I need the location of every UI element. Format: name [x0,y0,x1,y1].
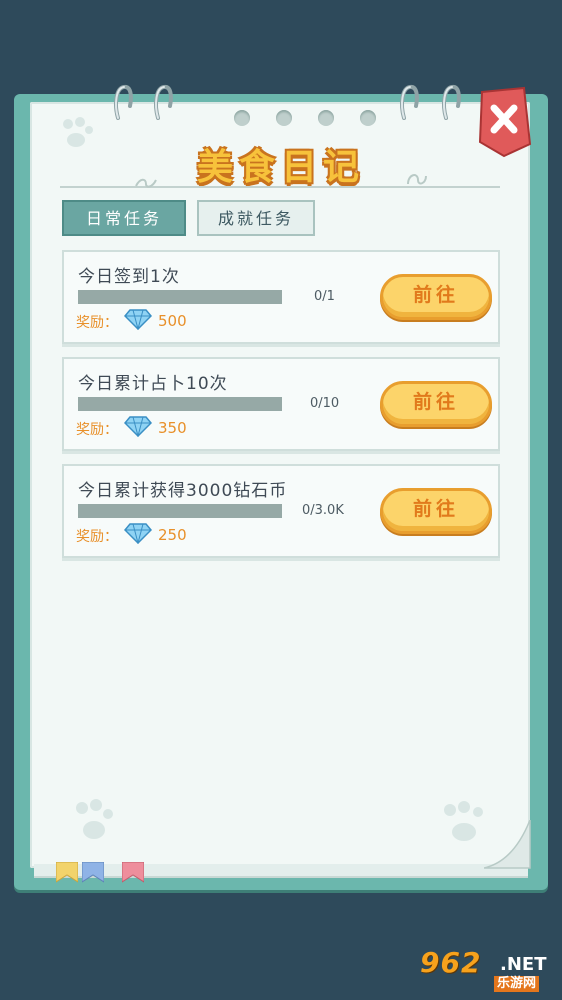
reward-amount: 350 [158,419,187,437]
reward-label: 奖励： [76,422,118,438]
bookmark-ribbon-icon [56,862,78,883]
reward-amount: 250 [158,526,187,544]
bookmark-ribbon-icon [122,862,144,883]
progress-text: 0/1 [314,289,335,304]
watermark-net-text: .NET [500,954,547,975]
watermark-sub-text: 乐游网 [494,976,540,992]
task-card: 今日累计获得3000钻石币 0/3.0K 奖励： 250 前往 [62,464,500,558]
progress-text: 0/3.0K [302,503,344,518]
watermark-logo-text: 962 [420,946,482,979]
spiral-ring-icon [154,84,173,120]
task-title: 今日累计获得3000钻石币 [78,481,288,501]
reward-label: 奖励： [76,529,118,545]
page-stack-edge [34,864,528,878]
task-card: 今日累计占卜10次 0/10 奖励： 350 前往 [62,357,500,451]
close-button[interactable] [474,86,534,158]
tab-achievement-tasks[interactable]: 成就任务 [197,200,315,236]
task-title: 今日签到1次 [78,267,180,287]
progress-bar [78,290,282,304]
paw-print-icon [76,799,113,839]
flourish-icon [135,178,157,188]
diamond-icon [124,309,152,330]
go-button[interactable]: 前往 [380,274,492,320]
spiral-ring-icon [442,84,461,120]
go-button[interactable]: 前往 [380,381,492,427]
title-divider [60,186,500,188]
progress-bar [78,397,282,411]
tab-daily-tasks[interactable]: 日常任务 [62,200,186,236]
diamond-icon [124,523,152,544]
binding-hole [276,110,292,126]
go-button[interactable]: 前往 [380,488,492,534]
task-card: 今日签到1次 0/1 奖励： 500 前往 [62,250,500,344]
diamond-icon [124,416,152,437]
binding-hole [318,110,334,126]
page-curl-icon [484,820,531,869]
reward-amount: 500 [158,312,187,330]
spiral-ring-icon [400,84,419,120]
spiral-ring-icon [114,84,133,120]
task-title: 今日累计占卜10次 [78,374,228,394]
progress-text: 0/10 [310,396,340,411]
binding-hole [234,110,250,126]
watermark-logo: 962 .NET 乐游网 [420,948,556,994]
reward-label: 奖励： [76,315,118,331]
binding-hole [360,110,376,126]
progress-bar [78,504,282,518]
flourish-icon [407,174,427,185]
bookmark-ribbon-icon [82,862,104,883]
